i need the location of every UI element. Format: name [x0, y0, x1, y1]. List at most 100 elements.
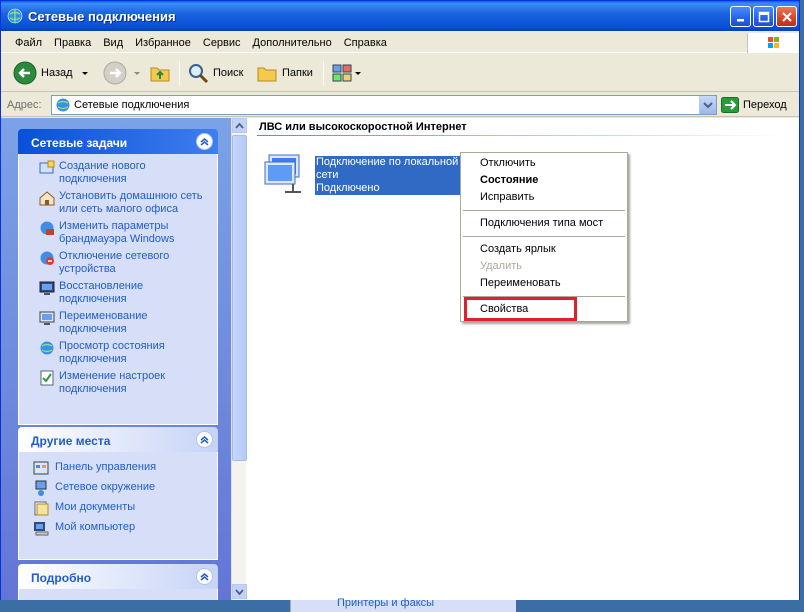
address-input[interactable]: Сетевые подключения: [51, 95, 717, 115]
menu-view[interactable]: Вид: [97, 33, 129, 49]
network-connection-icon: [264, 154, 301, 193]
task-view-status[interactable]: Просмотр состояния подключения: [19, 340, 217, 366]
task-change-settings[interactable]: Изменение настроек подключения: [19, 370, 217, 396]
documents-folder-icon: [34, 501, 49, 516]
title-bar[interactable]: Сетевые подключения: [1, 1, 799, 31]
chevron-down-icon: [235, 589, 244, 596]
disable-network-icon: [40, 251, 54, 265]
task-disable-device[interactable]: Отключение сетевого устройства: [19, 250, 217, 276]
task-pane: Сетевые задачи Создание нового подключен…: [1, 118, 231, 601]
task-rename-connection[interactable]: Переименование подключения: [19, 310, 217, 336]
printers-faxes-link: Принтеры и факсы: [337, 597, 435, 609]
connection-label: Подключение по локальной сети Подключено: [315, 156, 461, 195]
chevron-down-icon[interactable]: [79, 67, 91, 79]
address-dropdown-button[interactable]: [699, 96, 716, 114]
address-bar: Адрес: Сетевые подключения Переход: [1, 93, 799, 117]
repair-monitor-icon: [39, 281, 55, 295]
scroll-thumb[interactable]: [232, 135, 247, 461]
other-places-body: Панель управления Сетевое окружение Мои …: [18, 452, 218, 560]
minimize-icon: [737, 19, 744, 22]
lan-connection-item[interactable]: Подключение по локальной сети Подключено: [263, 152, 463, 198]
back-arrow-icon: [13, 61, 37, 85]
address-value: Сетевые подключения: [74, 99, 190, 111]
connection-name-line2: сети: [316, 169, 339, 181]
connection-status: Подключено: [316, 182, 380, 194]
menu-separator: [463, 210, 625, 211]
settings-checklist-icon: [40, 370, 54, 386]
place-control-panel[interactable]: Панель управления: [19, 461, 217, 475]
menu-separator: [463, 236, 625, 237]
connection-name-line1: Подключение по локальной: [316, 156, 459, 168]
search-icon: [189, 64, 209, 84]
maximize-button[interactable]: [753, 6, 774, 27]
place-network-neighborhood[interactable]: Сетевое окружение: [19, 480, 217, 496]
firewall-globe-icon: [40, 221, 54, 235]
task-firewall[interactable]: Изменить параметры брандмауэра Windows: [19, 220, 217, 246]
window-title: Сетевые подключения: [28, 9, 176, 24]
views-icon: [332, 64, 352, 82]
task-home-network[interactable]: Установить домашнюю сеть или сеть малого…: [19, 190, 217, 216]
menu-item-repair[interactable]: Исправить: [480, 191, 534, 203]
scroll-up-button[interactable]: [232, 118, 247, 133]
collapse-icon[interactable]: [196, 133, 213, 150]
address-label: Адрес:: [7, 99, 42, 111]
properties-highlight-annotation: [464, 297, 577, 321]
network-tasks-header[interactable]: Сетевые задачи: [18, 129, 218, 154]
new-connection-icon: [39, 160, 55, 174]
menu-item-create-shortcut[interactable]: Создать ярлык: [480, 243, 556, 255]
network-globe-icon: [56, 98, 70, 112]
place-my-computer[interactable]: Мой компьютер: [19, 521, 217, 536]
chevron-down-icon[interactable]: [131, 67, 143, 79]
menu-item-delete: Удалить: [480, 260, 522, 272]
forward-arrow-icon: [103, 61, 127, 85]
go-button[interactable]: Переход: [721, 97, 787, 113]
menu-edit[interactable]: Правка: [48, 33, 97, 49]
chevron-down-icon[interactable]: [353, 67, 363, 79]
menu-bar: Файл Правка Вид Избранное Сервис Дополнительн…: [1, 33, 799, 53]
toolbar: Назад Поиск Папки: [1, 54, 799, 92]
task-repair-connection[interactable]: Восстановление подключения: [19, 280, 217, 306]
explorer-window: Сетевые подключения Файл Правка Вид Избранн…: [0, 0, 800, 601]
menu-item-status[interactable]: Состояние: [480, 174, 538, 186]
menu-file[interactable]: Файл: [9, 33, 48, 49]
menu-favorites[interactable]: Избранное: [129, 33, 197, 49]
search-label: Поиск: [213, 67, 244, 79]
computer-icon: [34, 522, 49, 536]
go-label: Переход: [743, 99, 787, 111]
details-panel: Подробно: [18, 564, 218, 601]
windows-logo-icon: [747, 33, 799, 53]
up-folder-button[interactable]: [148, 60, 172, 86]
task-create-connection[interactable]: Создание нового подключения: [19, 160, 217, 186]
folder-up-icon: [150, 67, 170, 82]
back-button[interactable]: Назад: [13, 60, 91, 86]
minimize-button[interactable]: [730, 6, 751, 27]
menu-help[interactable]: Справка: [338, 33, 393, 49]
details-header[interactable]: Подробно: [18, 564, 218, 589]
menu-item-disconnect[interactable]: Отключить: [480, 157, 536, 169]
menu-advanced[interactable]: Дополнительно: [247, 33, 338, 49]
network-tasks-body: Создание нового подключения Установить д…: [18, 154, 218, 425]
other-places-header[interactable]: Другие места: [18, 427, 218, 452]
rename-monitor-icon: [39, 311, 55, 325]
close-button[interactable]: [776, 6, 797, 27]
toolbar-separator: [179, 61, 180, 85]
network-tasks-title: Сетевые задачи: [31, 136, 128, 150]
home-icon: [39, 191, 55, 206]
menu-item-bridge[interactable]: Подключения типа мост: [480, 217, 603, 229]
group-divider: [257, 135, 787, 136]
search-button[interactable]: Поиск: [187, 60, 243, 86]
status-globe-icon: [40, 341, 54, 355]
details-title: Подробно: [31, 571, 92, 585]
forward-button[interactable]: [103, 60, 143, 86]
scroll-down-button[interactable]: [232, 584, 247, 599]
menu-tools[interactable]: Сервис: [197, 33, 247, 49]
menu-item-rename[interactable]: Переименовать: [480, 277, 561, 289]
folders-button[interactable]: Папки: [256, 60, 313, 86]
collapse-icon[interactable]: [196, 431, 213, 448]
views-button[interactable]: [331, 60, 363, 86]
expand-icon[interactable]: [196, 568, 213, 585]
task-pane-scrollbar[interactable]: [231, 118, 247, 601]
folders-icon: [257, 67, 277, 82]
network-tasks-panel: Сетевые задачи Создание нового подключен…: [18, 129, 218, 425]
place-my-documents[interactable]: Мои документы: [19, 501, 217, 516]
